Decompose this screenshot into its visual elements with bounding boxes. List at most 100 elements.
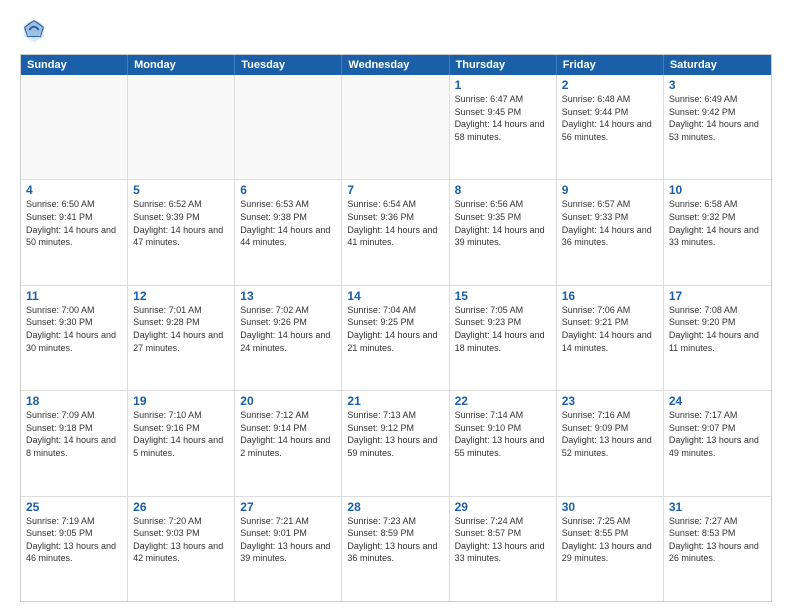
- header-tuesday: Tuesday: [235, 55, 342, 75]
- day-number: 25: [26, 500, 122, 514]
- day-detail: Sunrise: 7:06 AMSunset: 9:21 PMDaylight:…: [562, 304, 658, 354]
- day-number: 14: [347, 289, 443, 303]
- day-detail: Sunrise: 6:56 AMSunset: 9:35 PMDaylight:…: [455, 198, 551, 248]
- day-detail: Sunrise: 6:57 AMSunset: 9:33 PMDaylight:…: [562, 198, 658, 248]
- day-number: 12: [133, 289, 229, 303]
- day-number: 20: [240, 394, 336, 408]
- day-number: 16: [562, 289, 658, 303]
- calendar-cell: 30Sunrise: 7:25 AMSunset: 8:55 PMDayligh…: [557, 497, 664, 601]
- day-detail: Sunrise: 6:54 AMSunset: 9:36 PMDaylight:…: [347, 198, 443, 248]
- day-number: 31: [669, 500, 766, 514]
- day-detail: Sunrise: 6:48 AMSunset: 9:44 PMDaylight:…: [562, 93, 658, 143]
- calendar-cell: [342, 75, 449, 179]
- calendar-cell: [21, 75, 128, 179]
- day-number: 15: [455, 289, 551, 303]
- calendar-cell: 28Sunrise: 7:23 AMSunset: 8:59 PMDayligh…: [342, 497, 449, 601]
- day-number: 27: [240, 500, 336, 514]
- day-number: 17: [669, 289, 766, 303]
- day-detail: Sunrise: 7:23 AMSunset: 8:59 PMDaylight:…: [347, 515, 443, 565]
- day-detail: Sunrise: 6:53 AMSunset: 9:38 PMDaylight:…: [240, 198, 336, 248]
- day-number: 11: [26, 289, 122, 303]
- calendar-cell: 8Sunrise: 6:56 AMSunset: 9:35 PMDaylight…: [450, 180, 557, 284]
- calendar-cell: 24Sunrise: 7:17 AMSunset: 9:07 PMDayligh…: [664, 391, 771, 495]
- calendar-cell: [128, 75, 235, 179]
- page: Sunday Monday Tuesday Wednesday Thursday…: [0, 0, 792, 612]
- calendar-cell: [235, 75, 342, 179]
- day-number: 19: [133, 394, 229, 408]
- day-number: 10: [669, 183, 766, 197]
- day-number: 26: [133, 500, 229, 514]
- calendar-cell: 22Sunrise: 7:14 AMSunset: 9:10 PMDayligh…: [450, 391, 557, 495]
- day-number: 29: [455, 500, 551, 514]
- day-detail: Sunrise: 7:00 AMSunset: 9:30 PMDaylight:…: [26, 304, 122, 354]
- header: [20, 16, 772, 44]
- calendar-cell: 21Sunrise: 7:13 AMSunset: 9:12 PMDayligh…: [342, 391, 449, 495]
- day-number: 18: [26, 394, 122, 408]
- logo-icon: [20, 16, 48, 44]
- header-wednesday: Wednesday: [342, 55, 449, 75]
- calendar-cell: 19Sunrise: 7:10 AMSunset: 9:16 PMDayligh…: [128, 391, 235, 495]
- calendar-cell: 12Sunrise: 7:01 AMSunset: 9:28 PMDayligh…: [128, 286, 235, 390]
- calendar-cell: 1Sunrise: 6:47 AMSunset: 9:45 PMDaylight…: [450, 75, 557, 179]
- calendar-cell: 16Sunrise: 7:06 AMSunset: 9:21 PMDayligh…: [557, 286, 664, 390]
- calendar-cell: 7Sunrise: 6:54 AMSunset: 9:36 PMDaylight…: [342, 180, 449, 284]
- calendar-cell: 31Sunrise: 7:27 AMSunset: 8:53 PMDayligh…: [664, 497, 771, 601]
- calendar: Sunday Monday Tuesday Wednesday Thursday…: [20, 54, 772, 602]
- calendar-cell: 14Sunrise: 7:04 AMSunset: 9:25 PMDayligh…: [342, 286, 449, 390]
- day-number: 13: [240, 289, 336, 303]
- header-friday: Friday: [557, 55, 664, 75]
- day-detail: Sunrise: 7:05 AMSunset: 9:23 PMDaylight:…: [455, 304, 551, 354]
- day-detail: Sunrise: 6:49 AMSunset: 9:42 PMDaylight:…: [669, 93, 766, 143]
- header-monday: Monday: [128, 55, 235, 75]
- logo: [20, 16, 52, 44]
- calendar-week-1: 4Sunrise: 6:50 AMSunset: 9:41 PMDaylight…: [21, 180, 771, 285]
- day-detail: Sunrise: 6:58 AMSunset: 9:32 PMDaylight:…: [669, 198, 766, 248]
- header-thursday: Thursday: [450, 55, 557, 75]
- day-detail: Sunrise: 7:13 AMSunset: 9:12 PMDaylight:…: [347, 409, 443, 459]
- calendar-cell: 2Sunrise: 6:48 AMSunset: 9:44 PMDaylight…: [557, 75, 664, 179]
- day-number: 22: [455, 394, 551, 408]
- calendar-cell: 20Sunrise: 7:12 AMSunset: 9:14 PMDayligh…: [235, 391, 342, 495]
- calendar-cell: 17Sunrise: 7:08 AMSunset: 9:20 PMDayligh…: [664, 286, 771, 390]
- day-number: 7: [347, 183, 443, 197]
- day-number: 5: [133, 183, 229, 197]
- day-detail: Sunrise: 7:01 AMSunset: 9:28 PMDaylight:…: [133, 304, 229, 354]
- day-detail: Sunrise: 6:52 AMSunset: 9:39 PMDaylight:…: [133, 198, 229, 248]
- day-number: 2: [562, 78, 658, 92]
- header-sunday: Sunday: [21, 55, 128, 75]
- calendar-week-4: 25Sunrise: 7:19 AMSunset: 9:05 PMDayligh…: [21, 497, 771, 601]
- calendar-week-0: 1Sunrise: 6:47 AMSunset: 9:45 PMDaylight…: [21, 75, 771, 180]
- calendar-body: 1Sunrise: 6:47 AMSunset: 9:45 PMDaylight…: [21, 75, 771, 601]
- day-detail: Sunrise: 7:27 AMSunset: 8:53 PMDaylight:…: [669, 515, 766, 565]
- calendar-cell: 4Sunrise: 6:50 AMSunset: 9:41 PMDaylight…: [21, 180, 128, 284]
- calendar-cell: 3Sunrise: 6:49 AMSunset: 9:42 PMDaylight…: [664, 75, 771, 179]
- day-detail: Sunrise: 7:10 AMSunset: 9:16 PMDaylight:…: [133, 409, 229, 459]
- day-detail: Sunrise: 7:20 AMSunset: 9:03 PMDaylight:…: [133, 515, 229, 565]
- calendar-cell: 15Sunrise: 7:05 AMSunset: 9:23 PMDayligh…: [450, 286, 557, 390]
- day-number: 8: [455, 183, 551, 197]
- day-number: 24: [669, 394, 766, 408]
- calendar-cell: 9Sunrise: 6:57 AMSunset: 9:33 PMDaylight…: [557, 180, 664, 284]
- day-number: 30: [562, 500, 658, 514]
- day-number: 21: [347, 394, 443, 408]
- day-number: 1: [455, 78, 551, 92]
- day-detail: Sunrise: 7:04 AMSunset: 9:25 PMDaylight:…: [347, 304, 443, 354]
- calendar-cell: 27Sunrise: 7:21 AMSunset: 9:01 PMDayligh…: [235, 497, 342, 601]
- day-detail: Sunrise: 6:47 AMSunset: 9:45 PMDaylight:…: [455, 93, 551, 143]
- calendar-week-2: 11Sunrise: 7:00 AMSunset: 9:30 PMDayligh…: [21, 286, 771, 391]
- day-number: 9: [562, 183, 658, 197]
- calendar-cell: 5Sunrise: 6:52 AMSunset: 9:39 PMDaylight…: [128, 180, 235, 284]
- calendar-cell: 18Sunrise: 7:09 AMSunset: 9:18 PMDayligh…: [21, 391, 128, 495]
- day-detail: Sunrise: 7:24 AMSunset: 8:57 PMDaylight:…: [455, 515, 551, 565]
- day-detail: Sunrise: 7:02 AMSunset: 9:26 PMDaylight:…: [240, 304, 336, 354]
- day-number: 3: [669, 78, 766, 92]
- day-number: 6: [240, 183, 336, 197]
- day-number: 23: [562, 394, 658, 408]
- header-saturday: Saturday: [664, 55, 771, 75]
- calendar-cell: 6Sunrise: 6:53 AMSunset: 9:38 PMDaylight…: [235, 180, 342, 284]
- calendar-week-3: 18Sunrise: 7:09 AMSunset: 9:18 PMDayligh…: [21, 391, 771, 496]
- calendar-cell: 25Sunrise: 7:19 AMSunset: 9:05 PMDayligh…: [21, 497, 128, 601]
- calendar-cell: 13Sunrise: 7:02 AMSunset: 9:26 PMDayligh…: [235, 286, 342, 390]
- day-detail: Sunrise: 7:25 AMSunset: 8:55 PMDaylight:…: [562, 515, 658, 565]
- day-detail: Sunrise: 7:16 AMSunset: 9:09 PMDaylight:…: [562, 409, 658, 459]
